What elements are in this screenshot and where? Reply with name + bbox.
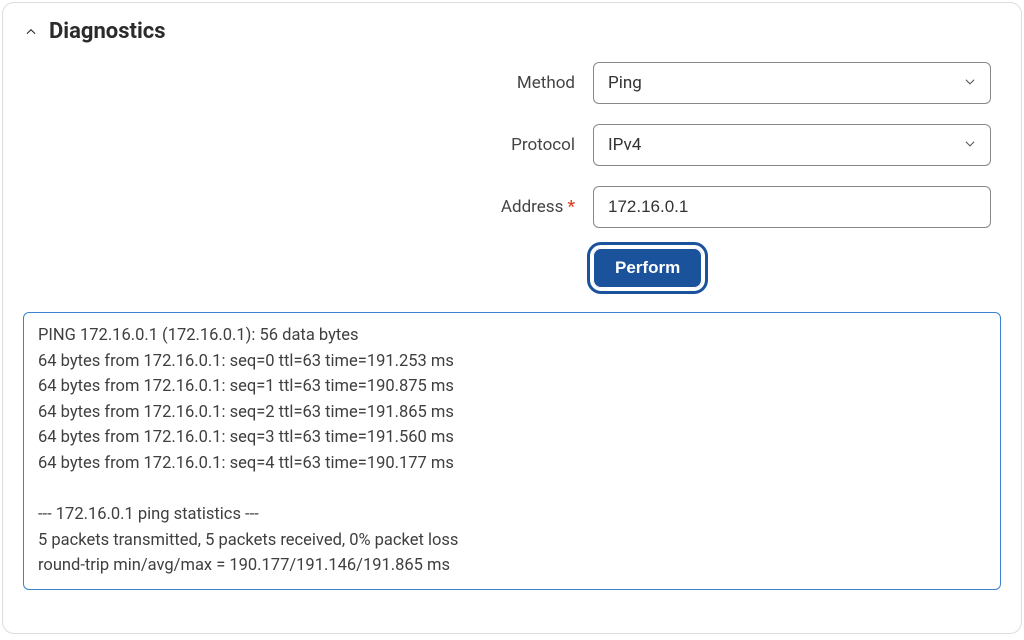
method-select[interactable]: Ping bbox=[593, 62, 991, 104]
address-row: Address* bbox=[23, 186, 1001, 228]
diagnostics-panel: Diagnostics Method Ping Protocol bbox=[2, 2, 1022, 634]
diagnostics-form: Method Ping Protocol IPv4 bbox=[23, 62, 1001, 288]
required-marker: * bbox=[567, 197, 575, 217]
method-row: Method Ping bbox=[23, 62, 1001, 104]
protocol-label: Protocol bbox=[23, 135, 575, 155]
chevron-up-icon bbox=[23, 24, 39, 40]
output-console: PING 172.16.0.1 (172.16.0.1): 56 data by… bbox=[23, 312, 1001, 590]
protocol-select[interactable]: IPv4 bbox=[593, 124, 991, 166]
method-label: Method bbox=[23, 73, 575, 93]
panel-header[interactable]: Diagnostics bbox=[23, 19, 1001, 44]
button-row: Perform bbox=[23, 248, 1001, 288]
method-value: Ping bbox=[608, 73, 642, 93]
panel-title: Diagnostics bbox=[49, 19, 166, 44]
protocol-value: IPv4 bbox=[608, 135, 641, 155]
protocol-row: Protocol IPv4 bbox=[23, 124, 1001, 166]
address-label: Address* bbox=[23, 197, 575, 217]
address-input[interactable] bbox=[593, 186, 991, 228]
perform-button[interactable]: Perform bbox=[593, 248, 702, 288]
